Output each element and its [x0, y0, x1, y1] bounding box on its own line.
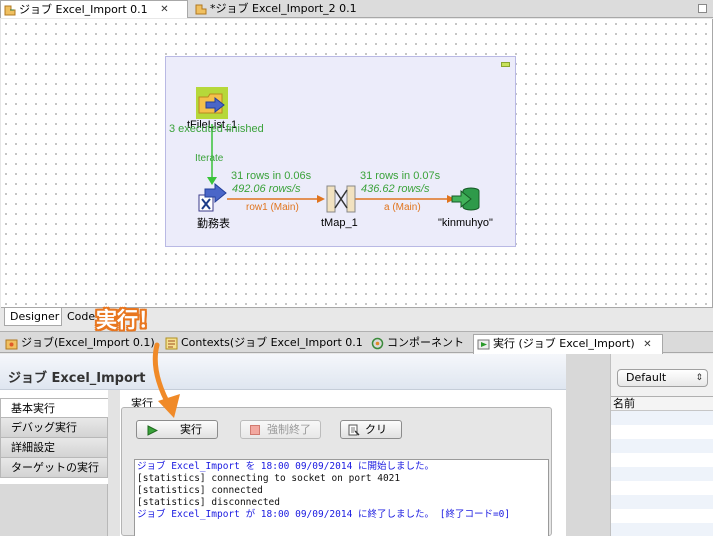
- close-icon[interactable]: ✕: [642, 339, 653, 350]
- tab-designer[interactable]: Designer: [4, 308, 62, 326]
- run-button-label: 実行: [180, 423, 202, 436]
- tmap-label: tMap_1: [321, 217, 358, 229]
- console-line: ジョブ Excel_Import を 18:00 09/09/2014 に開始し…: [137, 461, 435, 472]
- console-line: ジョブ Excel_Import が 18:00 09/09/2014 に終了し…: [137, 509, 511, 520]
- a-link-label[interactable]: a (Main): [384, 202, 421, 213]
- console-line: [statistics] connecting to socket on por…: [137, 473, 401, 484]
- run-panel-title: ジョブ Excel_Import: [0, 354, 566, 390]
- nav-target-exec[interactable]: ターゲットの実行: [0, 458, 108, 478]
- clear-button[interactable]: クリ: [340, 420, 402, 439]
- kill-button[interactable]: 強制終了: [240, 420, 321, 439]
- db-output-label: "kinmuhyo": [438, 217, 493, 229]
- nav-basic-run[interactable]: 基本実行: [0, 398, 108, 418]
- context-table[interactable]: 名前: [611, 396, 713, 536]
- tab-label: コンポーネント: [387, 336, 464, 349]
- tab-label: 実行 (ジョブ Excel_Import): [493, 337, 635, 350]
- stop-icon: [250, 425, 260, 435]
- run-group: 実行 強制終了 クリ ジョブ Excel_Import を 18:00 09/0…: [121, 407, 552, 536]
- row1-link-label[interactable]: row1 (Main): [246, 202, 299, 213]
- tab-job[interactable]: ジョブ(Excel_Import 0.1): [2, 334, 158, 354]
- context-panel-inner: Default ⇕ 名前: [610, 354, 713, 536]
- editor-tab-excel-import-2[interactable]: *ジョブ Excel_Import_2 0.1: [192, 0, 370, 18]
- iterate-label: Iterate: [195, 153, 224, 164]
- clear-button-label: クリ: [365, 423, 387, 436]
- excel-input-label: 勤務表: [197, 218, 230, 230]
- job-icon: [4, 5, 16, 16]
- a-rows-label: 31 rows in 0.07s: [360, 170, 441, 182]
- chevron-updown-icon: ⇕: [695, 373, 703, 383]
- editor-tab-bar: ジョブ Excel_Import 0.1 ✕ *ジョブ Excel_Import…: [0, 0, 713, 18]
- side-nav-filler: [0, 484, 108, 536]
- divider: [108, 390, 120, 536]
- nav-debug-run[interactable]: デバッグ実行: [0, 418, 108, 438]
- clear-icon: [348, 424, 360, 436]
- tab-label: Contexts(ジョブ Excel_Import 0.1: [181, 336, 363, 349]
- job-links: [207, 124, 455, 203]
- tab-contexts[interactable]: Contexts(ジョブ Excel_Import 0.1: [162, 334, 363, 354]
- editor-tab-label: *ジョブ Excel_Import_2 0.1: [210, 2, 357, 15]
- executed-status-label: 3 executed finished: [169, 123, 264, 135]
- console-line: [statistics] disconnected: [137, 497, 280, 508]
- console-line: [statistics] connected: [137, 485, 263, 496]
- play-icon: [147, 425, 158, 436]
- nav-advanced-settings[interactable]: 詳細設定: [0, 438, 108, 458]
- annotation-text: 実行！: [96, 308, 159, 332]
- designer-canvas[interactable]: tFileList_1 3 executed finished Iterate …: [1, 19, 713, 307]
- context-panel: Default ⇕ 名前: [566, 354, 713, 536]
- tab-label: ジョブ(Excel_Import 0.1): [21, 336, 155, 349]
- run-side-nav: 基本実行 デバッグ実行 詳細設定 ターゲットの実行: [0, 398, 108, 478]
- context-select-value: Default: [626, 371, 667, 384]
- tmap-icon[interactable]: [326, 184, 356, 214]
- tab-run[interactable]: 実行 (ジョブ Excel_Import) ✕: [473, 334, 663, 354]
- console-output[interactable]: ジョブ Excel_Import を 18:00 09/09/2014 に開始し…: [134, 459, 549, 536]
- context-table-header: 名前: [611, 397, 713, 411]
- component-icon: [371, 337, 384, 350]
- run-panel: ジョブ Excel_Import 基本実行 デバッグ実行 詳細設定 ターゲットの…: [0, 354, 566, 536]
- row1-rate-label: 492.06 rows/s: [232, 183, 301, 195]
- row1-rows-label: 31 rows in 0.06s: [231, 170, 312, 182]
- a-rate-label: 436.62 rows/s: [361, 183, 430, 195]
- view-tab-bar: ジョブ(Excel_Import 0.1) Contexts(ジョブ Excel…: [0, 331, 713, 354]
- editor-tab-label: ジョブ Excel_Import 0.1: [19, 3, 148, 16]
- editor-tab-excel-import[interactable]: ジョブ Excel_Import 0.1 ✕: [0, 0, 188, 18]
- contexts-icon: [165, 337, 178, 350]
- run-icon: [477, 339, 490, 350]
- job-icon: [5, 339, 18, 350]
- context-select[interactable]: Default ⇕: [617, 369, 708, 387]
- excel-input-icon[interactable]: [197, 183, 227, 213]
- kill-button-label: 強制終了: [267, 423, 311, 436]
- row1-link-arrow: [317, 195, 325, 203]
- tab-code[interactable]: Code: [62, 308, 96, 326]
- tab-component[interactable]: コンポーネント: [368, 334, 470, 354]
- filelist-component-icon[interactable]: [196, 87, 228, 119]
- close-icon[interactable]: ✕: [159, 4, 170, 15]
- db-output-icon[interactable]: [451, 185, 481, 215]
- maximize-icon[interactable]: [698, 4, 707, 13]
- run-button[interactable]: 実行: [136, 420, 218, 439]
- job-icon: [195, 4, 207, 15]
